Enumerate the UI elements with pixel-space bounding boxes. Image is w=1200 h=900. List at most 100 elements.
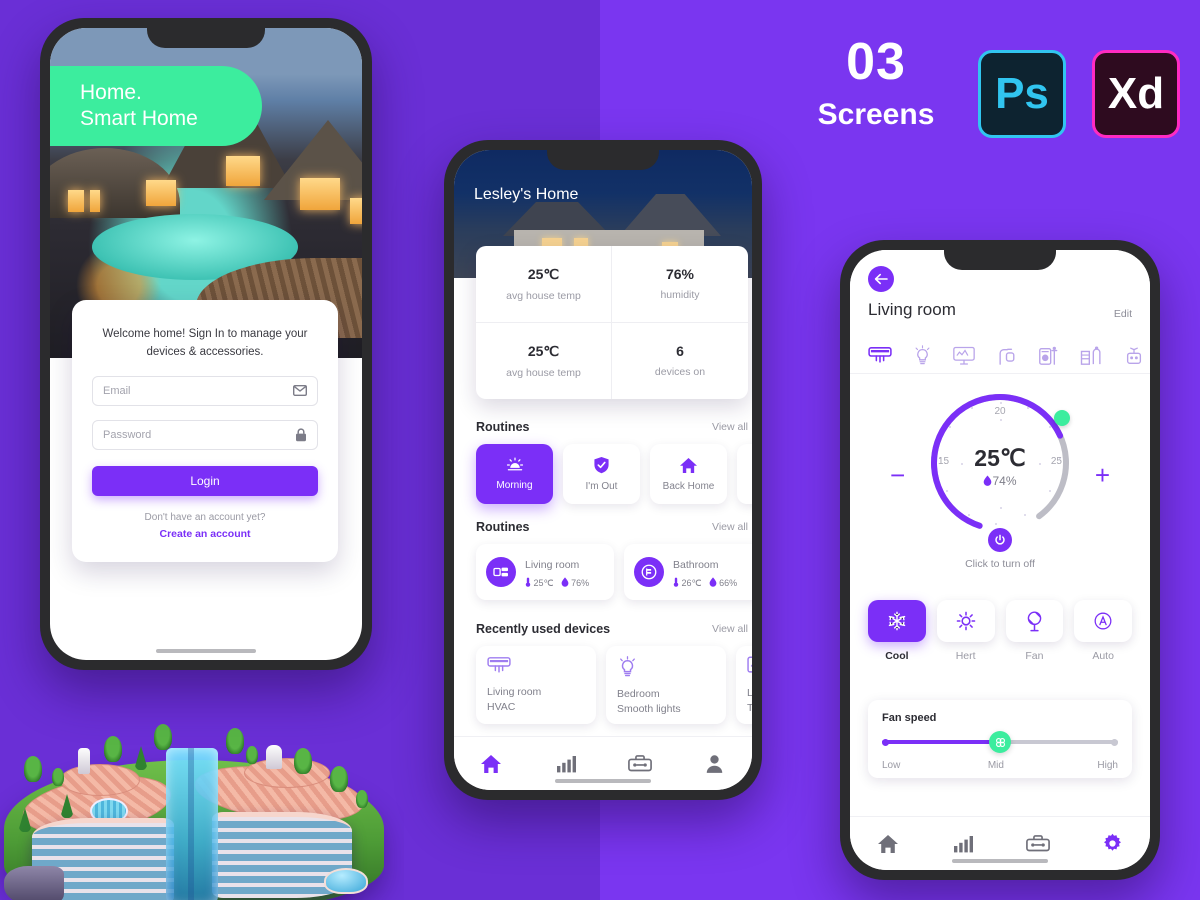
- mode-auto-button[interactable]: [1074, 600, 1132, 642]
- bulb-icon[interactable]: [913, 345, 932, 366]
- tv-icon: [747, 656, 752, 677]
- fan-speed-slider[interactable]: [882, 731, 1118, 753]
- home-icon: [679, 457, 698, 474]
- app-title-line2: Smart Home: [80, 107, 198, 130]
- device-card-hvac[interactable]: Living room HVAC: [476, 646, 596, 724]
- app-title-line1: Home.: [80, 81, 142, 105]
- fan-speed-labels: Low Mid High: [882, 760, 1118, 771]
- lock-icon: [295, 428, 307, 442]
- device-card-tv[interactable]: LiviTV: [736, 646, 752, 724]
- tv-icon[interactable]: [953, 346, 975, 366]
- phone-mockup-login: Home. Smart Home Welcome home! Sign In t…: [40, 18, 372, 670]
- routine-card-morning[interactable]: Morning: [476, 444, 553, 504]
- routine-card-back-home[interactable]: Back Home: [650, 444, 727, 504]
- stat-value: 25℃: [527, 343, 560, 359]
- routines-list[interactable]: Morning I'm Out Back Home: [476, 444, 752, 504]
- decrease-temperature-button[interactable]: −: [890, 460, 905, 491]
- room-meta: 26℃ 66%: [673, 577, 737, 589]
- snowflake-icon: [887, 611, 907, 631]
- resort-illustration: [0, 690, 404, 900]
- login-card: Welcome home! Sign In to manage your dev…: [72, 300, 338, 562]
- mode-label: Cool: [885, 650, 909, 662]
- fan-level-low[interactable]: Low: [882, 760, 900, 771]
- login-button[interactable]: Login: [92, 465, 318, 496]
- home-indicator: [952, 859, 1048, 863]
- rooms-list[interactable]: Living room 25℃ 76% Bathroom 26℃ 66%: [476, 544, 752, 600]
- routine-label: Back Home: [662, 480, 715, 492]
- home-indicator: [156, 649, 256, 653]
- back-button[interactable]: [868, 266, 894, 292]
- room-info: Bathroom 26℃ 66%: [673, 555, 737, 589]
- device-type-tabs[interactable]: [850, 338, 1150, 374]
- devices-section-title: Recently used devices: [476, 622, 611, 636]
- ac-unit-icon[interactable]: [868, 346, 892, 366]
- stat-value: 25℃: [527, 266, 560, 282]
- fan-speed-card: Fan speed Low Mid High: [868, 700, 1132, 778]
- stat-label: avg house temp: [506, 367, 581, 379]
- mode-selector[interactable]: Cool Hert Fan Auto: [868, 600, 1132, 662]
- blinds-icon[interactable]: [1080, 346, 1103, 366]
- humidity-reading: 76%: [561, 577, 589, 589]
- current-temperature: 25℃: [974, 445, 1026, 471]
- mode-label: Fan: [1025, 650, 1044, 662]
- stat-label: humidity: [660, 289, 700, 301]
- device-card-lights[interactable]: Bedroom Smooth lights: [606, 646, 726, 724]
- nav-stats[interactable]: [925, 835, 1000, 853]
- rooms-view-all[interactable]: View all: [712, 521, 748, 533]
- nav-settings[interactable]: [1075, 833, 1150, 854]
- routine-label: Morning: [496, 480, 533, 491]
- stat-label: devices on: [654, 366, 706, 378]
- fan-thumb-icon: [995, 737, 1005, 747]
- nav-stats[interactable]: [529, 755, 604, 773]
- fan-level-mid[interactable]: Mid: [988, 760, 1004, 771]
- fan-level-high[interactable]: High: [1097, 760, 1118, 771]
- login-button-label: Login: [190, 473, 220, 488]
- mode-fan-button[interactable]: [1005, 600, 1064, 642]
- nav-devices[interactable]: [1000, 834, 1075, 853]
- routines-view-all[interactable]: View all: [712, 421, 748, 433]
- mode-fan[interactable]: Fan: [1005, 600, 1064, 662]
- routine-card-next[interactable]: [737, 444, 752, 504]
- mode-cool-button[interactable]: [868, 600, 926, 642]
- nav-home[interactable]: [454, 754, 529, 774]
- screen-room-control: Living room Edit − + 20 15 25 25℃ 74% Cl…: [850, 250, 1150, 870]
- shield-check-icon: [593, 456, 610, 474]
- temperature-dial[interactable]: 20 15 25 25℃ 74%: [925, 388, 1075, 538]
- stat-label: avg house temp: [506, 290, 581, 302]
- routine-card-im-out[interactable]: I'm Out: [563, 444, 640, 504]
- create-account-link[interactable]: Create an account: [92, 528, 318, 540]
- slider-thumb[interactable]: [989, 731, 1011, 753]
- stat-card: 76% humidity: [612, 246, 748, 323]
- screen-login: Home. Smart Home Welcome home! Sign In t…: [50, 28, 362, 660]
- page-title: Living room: [868, 300, 956, 319]
- photoshop-badge: Ps: [978, 50, 1066, 138]
- slider-cap-right: [1111, 738, 1118, 746]
- increase-temperature-button[interactable]: +: [1095, 460, 1110, 491]
- edit-button[interactable]: Edit: [1114, 308, 1132, 320]
- stat-value: 6: [676, 343, 684, 359]
- nav-devices[interactable]: [603, 754, 678, 773]
- current-humidity: 74%: [925, 474, 1075, 488]
- faucet-icon[interactable]: [996, 346, 1017, 366]
- nav-home[interactable]: [850, 834, 925, 854]
- washer-icon[interactable]: [1038, 346, 1059, 366]
- mode-hert-button[interactable]: [936, 600, 995, 642]
- mode-cool[interactable]: Cool: [868, 600, 926, 662]
- robot-icon[interactable]: [1124, 346, 1144, 366]
- humidity-reading: 66%: [709, 577, 737, 589]
- fan-icon: [1025, 610, 1044, 632]
- devices-view-all[interactable]: View all: [712, 623, 748, 635]
- room-card-living-room[interactable]: Living room 25℃ 76%: [476, 544, 614, 600]
- password-field[interactable]: Password: [92, 419, 318, 450]
- mode-auto[interactable]: Auto: [1074, 600, 1132, 662]
- mode-hert[interactable]: Hert: [936, 600, 995, 662]
- stat-value: 76%: [665, 266, 695, 282]
- room-card-bathroom[interactable]: Bathroom 26℃ 66%: [624, 544, 752, 600]
- room-name: Living room: [525, 559, 580, 571]
- devices-list[interactable]: Living roomHVAC BedroomSmooth lights Liv…: [476, 646, 752, 724]
- power-toggle-button[interactable]: [988, 528, 1012, 552]
- no-account-text: Don't have an account yet?: [144, 511, 266, 523]
- rooms-section-title: Routines: [476, 520, 530, 534]
- email-field[interactable]: Email: [92, 375, 318, 406]
- nav-profile[interactable]: [678, 754, 753, 774]
